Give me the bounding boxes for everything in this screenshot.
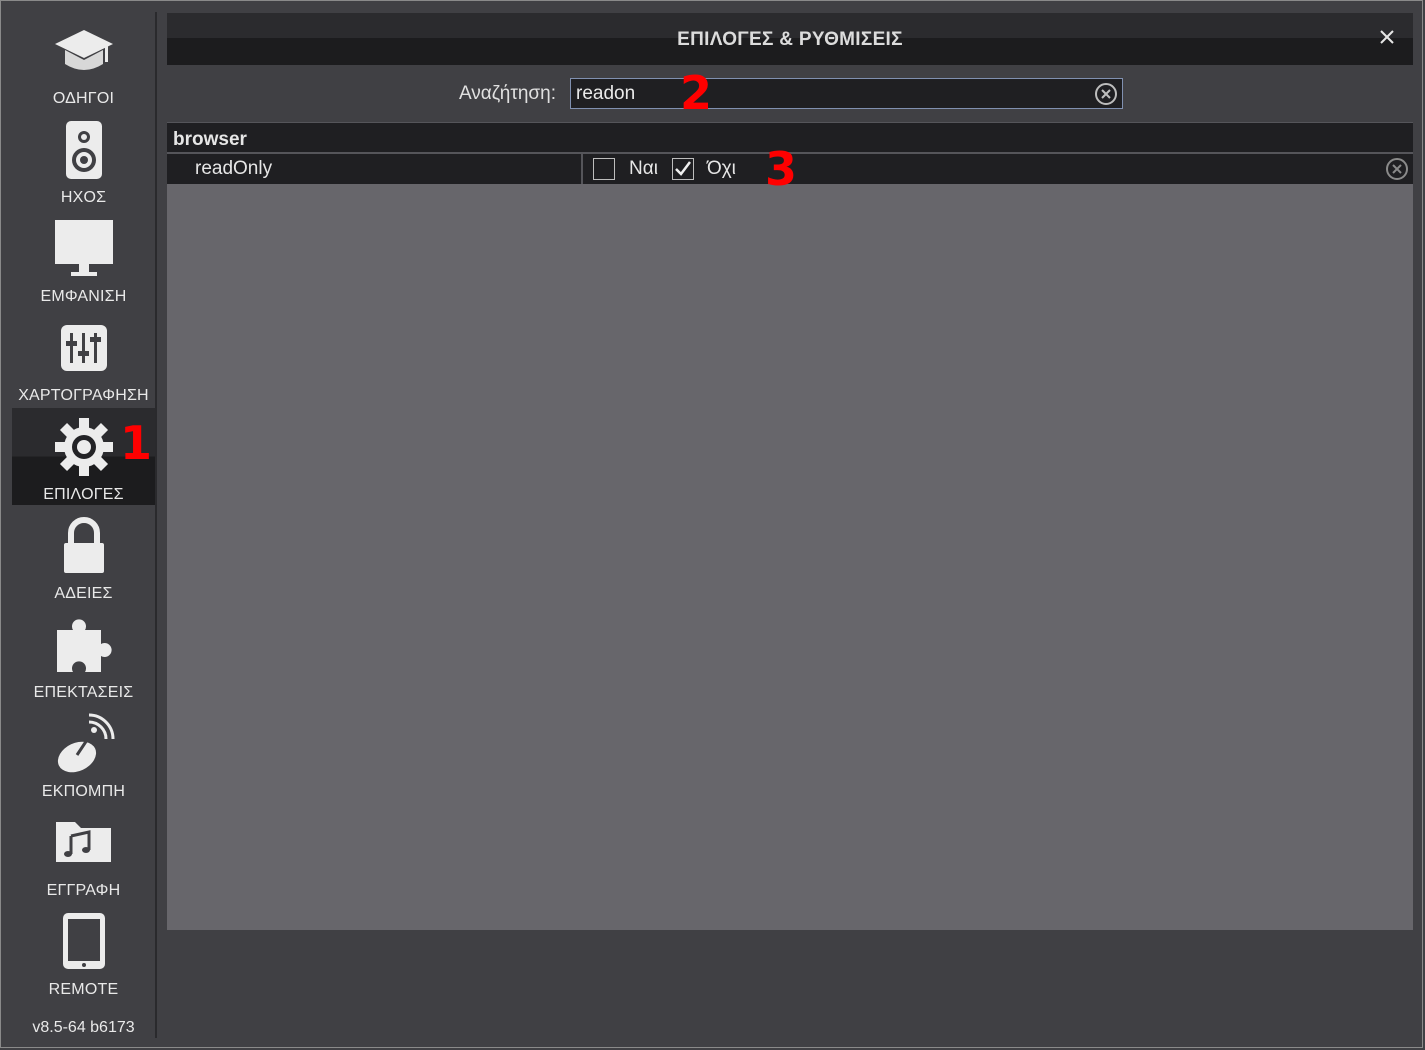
sidebar-item-mapping[interactable]: ΧΑΡΤΟΓΡΑΦΗΣΗ: [12, 309, 155, 406]
column-divider: [581, 154, 583, 184]
search-input[interactable]: readon: [570, 78, 1123, 109]
title-bar: ΕΠΙΛΟΓΕΣ & ΡΥΘΜΙΣΕΙΣ: [167, 13, 1413, 65]
graduation-cap-icon: [55, 30, 113, 70]
annotation-marker-1: 1: [120, 416, 153, 470]
checkbox-no[interactable]: [672, 158, 694, 180]
annotation-marker-3: 3: [765, 142, 798, 196]
sidebar-item-remote[interactable]: REMOTE: [12, 903, 155, 1000]
sidebar-item-label: ΑΔΕΙΕΣ: [54, 585, 113, 602]
sidebar-item-label: ΗΧΟΣ: [60, 189, 107, 206]
window-title: ΕΠΙΛΟΓΕΣ & ΡΥΘΜΙΣΕΙΣ: [677, 29, 903, 50]
close-icon[interactable]: [1375, 25, 1399, 49]
setting-row: readOnly Ναι Όχι 3: [167, 142, 1413, 196]
search-label: Αναζήτηση:: [458, 83, 556, 104]
sidebar-item-extensions[interactable]: ΕΠΕΚΤΑΣΕΙΣ: [12, 606, 155, 703]
settings-list: browser readOnly Ναι Όχι 3: [167, 122, 1413, 930]
sidebar-item-broadcast[interactable]: ΕΚΠΟΜΠΗ: [12, 705, 155, 802]
search-input-value[interactable]: readon: [576, 83, 635, 105]
version-label: v8.5-64 b6173: [32, 1019, 135, 1036]
lock-icon: [64, 517, 104, 573]
checkmark-icon: [675, 161, 691, 176]
puzzle-icon: [57, 619, 112, 672]
checkbox-yes[interactable]: [593, 158, 615, 180]
sidebar-item-appearance[interactable]: ΕΜΦΑΝΙΣΗ: [12, 210, 155, 307]
monitor-icon: [55, 220, 113, 276]
sidebar-item-guides[interactable]: ΟΔΗΓΟΙ: [12, 12, 155, 109]
sidebar-item-label: ΧΑΡΤΟΓΡΑΦΗΣΗ: [18, 387, 149, 404]
sidebar-divider: [155, 12, 157, 1038]
sidebar-item-options[interactable]: 1 ΕΠΙΛΟΓΕΣ: [12, 408, 155, 505]
group-title: browser: [173, 129, 247, 150]
reset-setting-icon[interactable]: [1385, 157, 1409, 181]
sidebar-item-audio[interactable]: ΗΧΟΣ: [12, 111, 155, 208]
sidebar-item-label: ΕΠΙΛΟΓΕΣ: [43, 486, 124, 503]
setting-name: readOnly: [195, 158, 273, 179]
sidebar-item-label: ΕΜΦΑΝΙΣΗ: [40, 288, 127, 305]
tablet-icon: [63, 913, 105, 969]
gear-icon: [55, 418, 113, 476]
clear-search-icon[interactable]: [1094, 82, 1118, 106]
sidebar: ΟΔΗΓΟΙ ΗΧΟΣ ΕΜΦΑΝΙΣΗ ΧΑΡΤΟΓΡΑΦΗΣΗ 1 ΕΠΙΛ…: [2, 2, 155, 1048]
satellite-dish-icon: [57, 713, 115, 773]
annotation-marker-2: 2: [680, 66, 713, 120]
sidebar-item-label: ΕΠΕΚΤΑΣΕΙΣ: [33, 684, 134, 701]
sidebar-item-licenses[interactable]: ΑΔΕΙΕΣ: [12, 507, 155, 604]
sliders-icon: [61, 325, 107, 371]
sidebar-item-recording[interactable]: ΕΓΓΡΑΦΗ: [12, 804, 155, 901]
speaker-icon: [66, 121, 102, 179]
sidebar-item-label: ΕΚΠΟΜΠΗ: [41, 783, 126, 800]
music-folder-icon: [56, 822, 111, 862]
option-yes-label: Ναι: [629, 158, 658, 179]
sidebar-item-label: REMOTE: [48, 981, 119, 998]
sidebar-item-label: ΕΓΓΡΑΦΗ: [46, 882, 121, 899]
sidebar-item-label: ΟΔΗΓΟΙ: [52, 90, 115, 107]
option-no-label: Όχι: [707, 158, 736, 179]
